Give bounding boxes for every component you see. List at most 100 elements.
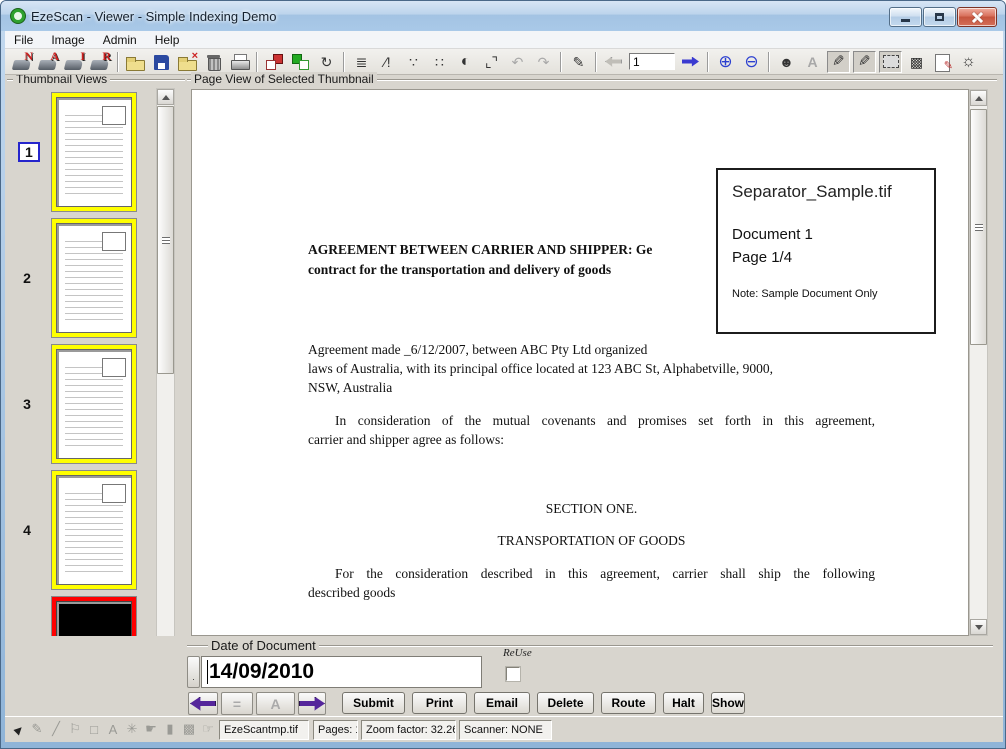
- scan-insert-icon[interactable]: I: [63, 51, 86, 73]
- print-button[interactable]: Print: [412, 692, 467, 714]
- down-arrow-icon: [975, 625, 983, 630]
- action-buttons: Submit Print Email Delete Route Halt Sho…: [342, 692, 745, 714]
- delete-file-icon[interactable]: ×: [176, 51, 199, 73]
- toolbar-item: [343, 52, 345, 72]
- hand-stamp-icon: ☛: [143, 720, 159, 738]
- toolbar-item: [707, 52, 709, 72]
- date-of-document-input[interactable]: [201, 656, 482, 688]
- thumbnail-number[interactable]: 4: [5, 522, 49, 538]
- maximize-button[interactable]: [923, 7, 956, 27]
- trash-icon[interactable]: [202, 51, 225, 73]
- scroll-grip-icon: [975, 224, 983, 231]
- thumbnail[interactable]: [52, 219, 136, 337]
- maximize-icon: [935, 13, 944, 21]
- document-page[interactable]: AGREEMENT BETWEEN CARRIER AND SHIPPER: G…: [191, 89, 969, 636]
- contrast-icon[interactable]: ◐: [454, 51, 477, 73]
- scroll-grip-icon: [162, 237, 170, 244]
- route-button[interactable]: Route: [601, 692, 656, 714]
- zoom-out-icon[interactable]: ⊖: [740, 51, 763, 73]
- crop-icon[interactable]: ⌞⌝: [480, 51, 503, 73]
- show-button[interactable]: Show: [711, 692, 745, 714]
- scanner-field: Scanner: NONE: [459, 720, 552, 740]
- thumbnail-number[interactable]: 2: [5, 270, 49, 286]
- scan-append-icon[interactable]: A: [37, 51, 60, 73]
- save-file-icon[interactable]: [150, 51, 173, 73]
- thumbnail[interactable]: [52, 93, 136, 211]
- halt-button[interactable]: Halt: [663, 692, 704, 714]
- notes-icon[interactable]: ✎: [931, 51, 954, 73]
- thumbnail[interactable]: [52, 471, 136, 589]
- despeckle-icon[interactable]: ∵: [402, 51, 425, 73]
- select-region-icon[interactable]: [879, 51, 902, 73]
- thumbnail-list: 1 2 3: [5, 89, 155, 716]
- file-name-text: EzeScantmp.tif: [224, 724, 298, 736]
- scan-rescan-icon[interactable]: R: [89, 51, 112, 73]
- minimize-icon: [901, 19, 910, 22]
- thumbnail-row: 2: [5, 215, 155, 341]
- draw-line-icon: ╱: [48, 720, 64, 738]
- thumbnail-number[interactable]: 1: [18, 142, 40, 162]
- redact-black-marker-icon[interactable]: ✎: [827, 51, 850, 73]
- insert-page-before-icon[interactable]: [263, 51, 286, 73]
- submit-button[interactable]: Submit: [342, 692, 405, 714]
- date-picker-button[interactable]: .: [187, 656, 200, 688]
- stamp-page: Page 1/4: [732, 249, 920, 266]
- page-number-input[interactable]: [628, 51, 676, 73]
- scroll-thumb[interactable]: [970, 109, 987, 345]
- highlighter-icon[interactable]: ✎: [567, 51, 590, 73]
- menu-file[interactable]: File: [5, 33, 42, 47]
- thumbnail-page: [56, 475, 132, 585]
- menu-image[interactable]: Image: [42, 33, 93, 47]
- scroll-thumb[interactable]: [157, 106, 174, 374]
- next-field-button[interactable]: [298, 692, 326, 715]
- open-file-icon[interactable]: [124, 51, 147, 73]
- print-image-icon[interactable]: [228, 51, 251, 73]
- scroll-down-button[interactable]: [970, 619, 987, 635]
- menu-admin[interactable]: Admin: [94, 33, 146, 47]
- doc-section-heading: SECTION ONE.: [308, 499, 875, 518]
- close-icon: [972, 12, 983, 23]
- page-view-scrollbar[interactable]: [969, 89, 988, 636]
- flag-icon: ⚐: [67, 720, 83, 738]
- email-button[interactable]: Email: [474, 692, 530, 714]
- minimize-button[interactable]: [889, 7, 922, 27]
- rotate-page-icon[interactable]: ↻: [315, 51, 338, 73]
- toolbar-item: [595, 52, 597, 72]
- doc-heading-line2: contract for the transportation and deli…: [308, 260, 611, 279]
- reuse-checkbox[interactable]: [506, 667, 520, 681]
- grab-hand-icon: ☞: [200, 720, 216, 738]
- page-number-value[interactable]: [629, 53, 675, 70]
- prev-field-button[interactable]: [188, 692, 218, 715]
- zoom-in-icon[interactable]: ⊕: [714, 51, 737, 73]
- barcode-page-icon[interactable]: ▩: [905, 51, 928, 73]
- thumbnail-scrollbar[interactable]: [156, 88, 175, 716]
- redo-icon: ↷: [532, 51, 555, 73]
- user-profile-icon[interactable]: ☻: [775, 51, 798, 73]
- brightness-icon[interactable]: ☼: [957, 51, 980, 73]
- scroll-up-button[interactable]: [970, 90, 987, 106]
- scroll-up-button[interactable]: [157, 89, 174, 105]
- delete-button[interactable]: Delete: [537, 692, 594, 714]
- thumbnail-number[interactable]: 3: [5, 396, 49, 412]
- scan-new-icon[interactable]: N: [11, 51, 34, 73]
- redact-red-marker-icon[interactable]: ✎: [853, 51, 876, 73]
- insert-page-after-icon[interactable]: [289, 51, 312, 73]
- despeckle-strong-icon[interactable]: ∷: [428, 51, 451, 73]
- undo-icon: ↶: [506, 51, 529, 73]
- separator-stamp: Separator_Sample.tif Document 1 Page 1/4…: [716, 168, 936, 334]
- zoom-factor-field: Zoom factor: 32.26%: [361, 720, 456, 740]
- status-tool-icons: ► ✎ ╱ ⚐ □ A ✳ ☛ ▮ ▩: [10, 720, 235, 738]
- menu-help[interactable]: Help: [146, 33, 189, 47]
- doc-para1-line1: Agreement made _6/12/2007, between ABC P…: [308, 340, 647, 359]
- next-page-icon[interactable]: [679, 51, 702, 73]
- page-view-label: Page View of Selected Thumbnail: [191, 72, 377, 86]
- title-bar[interactable]: EzeScan - Viewer - Simple Indexing Demo: [1, 1, 1005, 31]
- thumbnail-row: 4: [5, 467, 155, 593]
- reorder-pages-icon[interactable]: ≣: [350, 51, 373, 73]
- deskew-icon[interactable]: ∕!: [376, 51, 399, 73]
- arrow-icon: [190, 697, 216, 711]
- window-controls: [888, 7, 997, 27]
- pointer-icon[interactable]: ►: [6, 717, 30, 741]
- close-button[interactable]: [957, 7, 997, 27]
- thumbnail[interactable]: [52, 345, 136, 463]
